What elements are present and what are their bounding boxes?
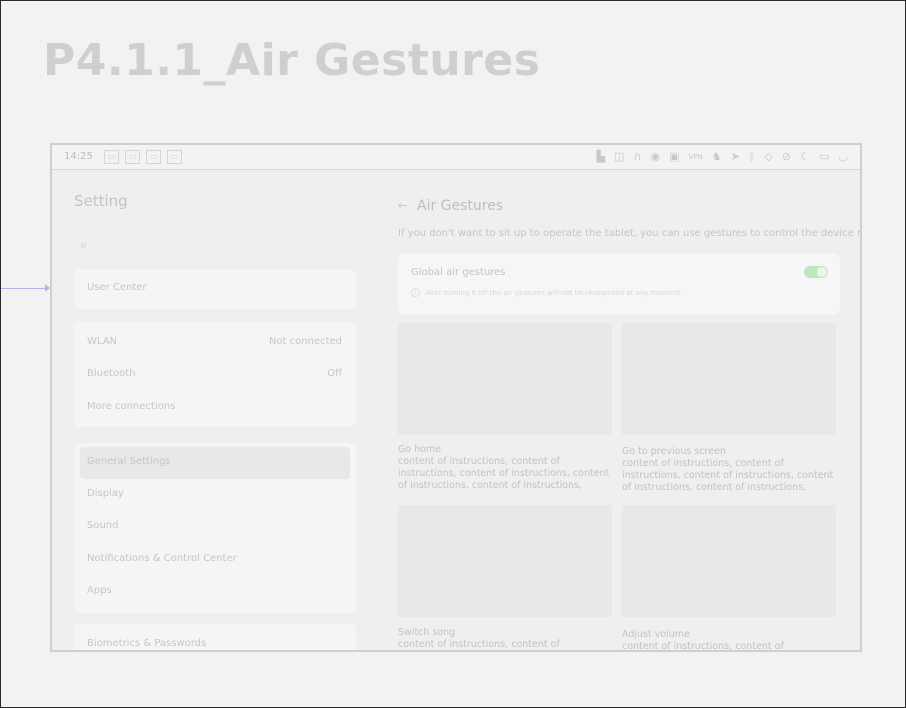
search-input[interactable]: ⌕ [74,235,354,257]
notification-icon: ▭ [167,150,182,164]
sidebar-item-biometrics[interactable]: Biometrics & Passwords [74,629,356,650]
global-air-gestures-label: Global air gestures [411,267,506,278]
sidebar-item-label: Notifications & Control Center [87,553,237,564]
gesture-description: content of instructions, content of inst… [622,458,834,493]
sidebar-item-label: Display [87,488,124,499]
gesture-description: content of instructions, content of inst… [398,456,610,491]
notification-icon: ▭ [146,150,161,164]
global-air-gestures-toggle[interactable] [804,266,828,278]
page-title: P4.1.1_Air Gestures [43,35,541,86]
gesture-illustration [622,505,836,617]
sidebar-item-label: WLAN [87,336,118,347]
signal-sim-icon: ▙ [596,150,605,163]
air-gestures-panel: ← Air Gestures If you don't want to sit … [382,169,862,652]
bluetooth-icon: ᛒ [748,150,756,163]
search-icon: ⌕ [80,238,88,253]
global-air-gestures-card: Global air gestures i After turning it o… [398,253,840,315]
global-air-gestures-note: After turning it off the air gestures wi… [425,289,683,297]
shield-icon: ◇ [764,150,773,163]
cat-icon: ♞ [711,150,722,163]
sidebar-item-apps[interactable]: Apps [74,576,356,608]
toggle-knob [817,267,827,277]
battery-icon: ▭ [818,150,830,163]
sidebar-item-bluetooth[interactable]: Bluetooth Off [74,359,356,391]
sidebar-item-label: More connections [87,401,176,412]
wifi-icon: ◡ [838,150,848,163]
network-card: WLAN Not connected Bluetooth Off More co… [74,322,356,427]
sidebar-item-value: Off [327,368,342,379]
sidebar-item-label: Bluetooth [87,368,136,379]
sidebar-item-label: Apps [87,585,112,596]
gesture-illustration [398,505,612,617]
sidebar-item-user-center[interactable]: User Center [74,273,356,305]
sidebar-item-label: Sound [87,520,119,531]
panel-title: Air Gestures [417,198,504,214]
sidebar-item-label: Biometrics & Passwords [87,638,207,649]
sidebar-item-label: General Settings [87,456,171,467]
book-icon: ◫ [613,150,625,163]
gesture-description: content of instructions, content of [622,641,784,652]
sidebar-item-more-connections[interactable]: More connections [74,392,356,424]
gesture-description: content of instructions, content of [398,639,560,650]
sidebar-item-general-settings[interactable]: General Settings [74,447,356,479]
tablet-screen: 14:25 ▭ ▭ ▭ ▭ ▙ ◫ ∩ ◉ ▣ VPN ♞ ➤ ᛒ ◇ ⊘ ☾ … [50,143,862,652]
notification-icon: ▭ [125,150,140,164]
sidebar-item-label: User Center [87,282,147,293]
notification-icons: ▭ ▭ ▭ ▭ [104,150,182,164]
sidebar-item-wlan[interactable]: WLAN Not connected [74,327,356,359]
user-center-card: User Center [74,269,356,309]
flow-connector-line [1,288,49,289]
security-card: Biometrics & Passwords [74,624,356,650]
vpn-icon: VPN [688,153,703,161]
sidebar-item-display[interactable]: Display [74,479,356,511]
panel-intro: If you don't want to sit up to operate t… [398,228,862,239]
record-icon: ◉ [650,150,661,163]
general-card: General Settings Display Sound Notificat… [74,443,356,613]
headphones-icon: ∩ [633,150,642,163]
gesture-name: Go home [398,444,442,455]
hd-icon: ▣ [669,150,680,163]
alarm-off-icon: ⊘ [781,150,792,163]
notification-icon: ▭ [104,150,119,164]
gesture-name: Adjust volume [622,629,690,640]
sidebar-title: Setting [74,192,128,210]
system-icons: ▙ ◫ ∩ ◉ ▣ VPN ♞ ➤ ᛒ ◇ ⊘ ☾ ▭ ◡ [597,150,848,164]
location-icon: ➤ [730,150,740,163]
sidebar-item-sound[interactable]: Sound [74,511,356,543]
gesture-illustration [398,323,612,435]
status-bar: 14:25 ▭ ▭ ▭ ▭ ▙ ◫ ∩ ◉ ▣ VPN ♞ ➤ ᛒ ◇ ⊘ ☾ … [52,145,860,170]
status-clock: 14:25 [64,151,93,162]
sidebar-item-notifications[interactable]: Notifications & Control Center [74,544,356,576]
moon-icon: ☾ [800,150,810,163]
gesture-name: Go to previous screen [622,446,726,457]
back-arrow-icon[interactable]: ← [398,199,407,212]
gesture-name: Switch song [398,627,456,638]
gesture-illustration [622,323,836,435]
sidebar-item-value: Not connected [268,336,342,347]
info-icon: i [411,288,420,297]
settings-sidebar: Setting ⌕ User Center WLAN Not connected… [52,169,362,650]
